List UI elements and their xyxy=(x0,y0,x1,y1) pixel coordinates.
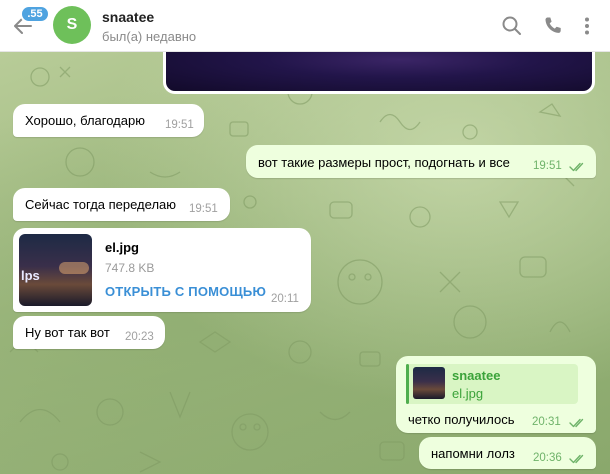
reply-accent-bar xyxy=(406,364,409,404)
search-icon xyxy=(502,16,521,35)
reply-thumbnail xyxy=(413,367,445,399)
message-time: 19:51 xyxy=(189,203,218,215)
phone-icon xyxy=(545,17,561,33)
message-bubble[interactable]: Сейчас тогда переделаю 19:51 xyxy=(13,188,230,221)
avatar[interactable]: S xyxy=(53,6,91,44)
previous-image-message[interactable] xyxy=(163,52,595,94)
thumbnail-glow xyxy=(59,262,89,274)
message-time: 20:31 xyxy=(532,416,561,428)
read-checkmarks-icon xyxy=(569,162,584,172)
message-text: Хорошо, благодарю xyxy=(25,113,145,128)
open-with-link[interactable]: ОТКРЫТЬ С ПОМОЩЬЮ xyxy=(105,284,266,299)
message-bubble[interactable]: вот такие размеры прост, подогнать и все… xyxy=(246,145,596,178)
file-message-bubble[interactable]: lps el.jpg 747.8 KB ОТКРЫТЬ С ПОМОЩЬЮ 20… xyxy=(13,228,311,312)
message-bubble[interactable]: напомни лолз 20:36 xyxy=(419,437,596,469)
message-time: 20:36 xyxy=(533,452,562,464)
message-text: напомни лолз xyxy=(431,446,515,461)
message-bubble[interactable]: Хорошо, благодарю 19:51 xyxy=(13,104,204,137)
message-time: 19:51 xyxy=(533,160,562,172)
read-checkmarks-icon xyxy=(569,454,584,464)
chat-status: был(а) недавно xyxy=(102,29,197,44)
file-name: el.jpg xyxy=(105,240,139,255)
file-thumbnail[interactable]: lps xyxy=(19,234,92,306)
message-time: 20:11 xyxy=(271,293,299,305)
more-button[interactable] xyxy=(575,14,599,38)
message-text: Сейчас тогда переделаю xyxy=(25,197,177,212)
chat-header: .55 S snaatee был(а) недавно xyxy=(0,0,610,52)
reply-preview[interactable]: snaatee el.jpg xyxy=(406,364,578,404)
file-size: 747.8 KB xyxy=(105,261,155,275)
message-text: четко получилось xyxy=(408,412,515,427)
thumbnail-text: lps xyxy=(21,268,40,283)
message-text: Ну вот так вот xyxy=(25,325,110,340)
unread-count-badge: .55 xyxy=(20,5,50,23)
message-text: вот такие размеры прост, подогнать и все xyxy=(258,155,510,170)
reply-message-bubble[interactable]: snaatee el.jpg четко получилось 20:31 xyxy=(396,356,596,433)
call-button[interactable] xyxy=(541,14,565,38)
reply-file-name: el.jpg xyxy=(452,386,484,401)
message-time: 19:51 xyxy=(165,119,194,131)
message-time: 20:23 xyxy=(125,331,154,343)
message-bubble[interactable]: Ну вот так вот 20:23 xyxy=(13,316,165,349)
more-vertical-icon xyxy=(585,17,589,35)
chat-title[interactable]: snaatee xyxy=(102,9,154,25)
read-checkmarks-icon xyxy=(569,418,584,428)
reply-author: snaatee xyxy=(452,368,501,383)
search-button[interactable] xyxy=(500,14,524,38)
